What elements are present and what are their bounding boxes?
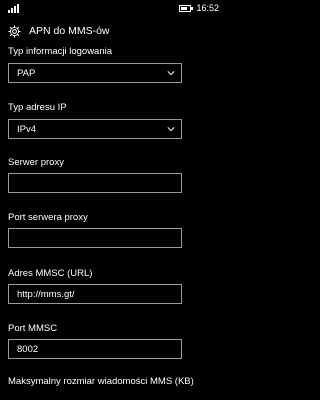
- ip-type-select[interactable]: IPv4: [8, 119, 182, 139]
- mmsc-port-input[interactable]: 8002: [8, 339, 182, 359]
- mmsc-url-value: http://mms.gt/: [17, 288, 75, 300]
- status-bar: 16:52: [0, 0, 225, 16]
- page-title: APN do MMS-ów: [29, 25, 110, 37]
- max-size-label: Maksymalny rozmiar wiadomości MMS (KB): [8, 376, 194, 387]
- login-type-value: PAP: [17, 67, 36, 79]
- chevron-down-icon: [167, 71, 175, 76]
- ip-type-value: IPv4: [17, 123, 37, 135]
- proxy-port-input[interactable]: [8, 228, 182, 248]
- gear-icon: [8, 24, 21, 38]
- proxy-port-label: Port serwera proxy: [8, 212, 88, 223]
- page-header: APN do MMS-ów: [0, 22, 225, 40]
- mmsc-url-input[interactable]: http://mms.gt/: [8, 284, 182, 304]
- proxy-server-label: Serwer proxy: [8, 157, 64, 168]
- login-type-label: Typ informacji logowania: [8, 46, 113, 57]
- ip-type-label: Typ adresu IP: [8, 102, 67, 113]
- proxy-server-input[interactable]: [8, 173, 182, 193]
- mmsc-port-value: 8002: [17, 343, 39, 355]
- signal-strength-icon: [8, 3, 19, 13]
- mmsc-port-label: Port MMSC: [8, 323, 58, 334]
- mmsc-url-label: Adres MMSC (URL): [8, 268, 93, 279]
- login-type-select[interactable]: PAP: [8, 63, 182, 83]
- chevron-down-icon: [167, 127, 175, 132]
- battery-icon: [179, 4, 194, 12]
- status-time: 16:52: [196, 3, 219, 13]
